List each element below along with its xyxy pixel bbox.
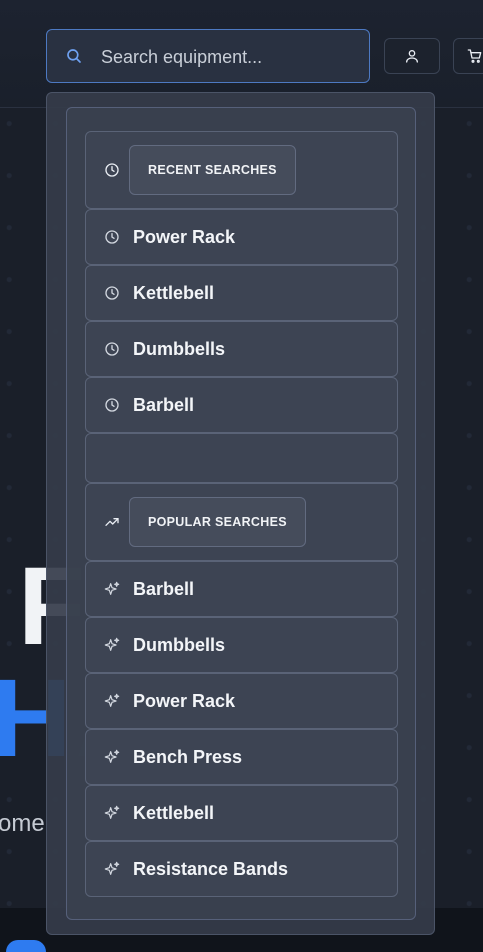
cart-icon <box>467 49 482 63</box>
recent-search-label: Dumbbells <box>133 339 226 359</box>
recent-searches-title: RECENT SEARCHES <box>129 145 296 195</box>
popular-search-label: Barbell <box>133 579 195 599</box>
popular-search-item[interactable]: Resistance Bands <box>85 841 398 897</box>
brand-logo-icon <box>6 940 46 952</box>
sparkles-icon <box>104 749 120 763</box>
sparkles-icon <box>104 805 120 819</box>
popular-searches-title: POPULAR SEARCHES <box>129 497 306 547</box>
recent-search-item[interactable]: Power Rack <box>85 209 398 265</box>
search-input[interactable] <box>101 44 351 70</box>
recent-search-label: Kettlebell <box>133 283 215 303</box>
popular-searches-header: POPULAR SEARCHES <box>85 483 398 561</box>
trending-up-icon <box>105 518 119 526</box>
recent-search-item[interactable]: Kettlebell <box>85 265 398 321</box>
search-icon <box>67 49 81 63</box>
sparkles-icon <box>104 861 120 875</box>
popular-search-item[interactable]: Kettlebell <box>85 785 398 841</box>
suggestions-panel: RECENT SEARCHES Power Rack Kettlebell Du… <box>66 107 416 920</box>
account-button[interactable] <box>384 38 440 74</box>
popular-search-item[interactable]: Dumbbells <box>85 617 398 673</box>
cart-button[interactable] <box>453 38 483 74</box>
sparkles-icon <box>104 637 120 651</box>
clock-icon <box>105 286 119 300</box>
clock-icon <box>105 398 119 412</box>
popular-search-label: Bench Press <box>133 747 243 767</box>
clock-icon <box>105 342 119 356</box>
clock-icon <box>105 163 119 177</box>
recent-search-item[interactable]: Dumbbells <box>85 321 398 377</box>
recent-search-item[interactable]: Barbell <box>85 377 398 433</box>
popular-search-label: Power Rack <box>133 691 236 711</box>
popular-search-item[interactable]: Power Rack <box>85 673 398 729</box>
sparkles-icon <box>104 693 120 707</box>
clock-icon <box>105 230 119 244</box>
search-bar[interactable] <box>46 29 370 83</box>
popular-search-label: Kettlebell <box>133 803 215 823</box>
recent-search-label: Barbell <box>133 395 195 415</box>
hero-subtitle: ome <box>0 810 45 837</box>
recent-search-label: Power Rack <box>133 227 236 247</box>
section-divider <box>85 433 398 483</box>
search-suggestions-dropdown: RECENT SEARCHES Power Rack Kettlebell Du… <box>46 92 435 935</box>
popular-search-label: Dumbbells <box>133 635 226 655</box>
popular-search-item[interactable]: Barbell <box>85 561 398 617</box>
popular-search-item[interactable]: Bench Press <box>85 729 398 785</box>
user-icon <box>406 50 418 63</box>
sparkles-icon <box>104 581 120 595</box>
popular-search-label: Resistance Bands <box>133 859 289 879</box>
recent-searches-header: RECENT SEARCHES <box>85 131 398 209</box>
